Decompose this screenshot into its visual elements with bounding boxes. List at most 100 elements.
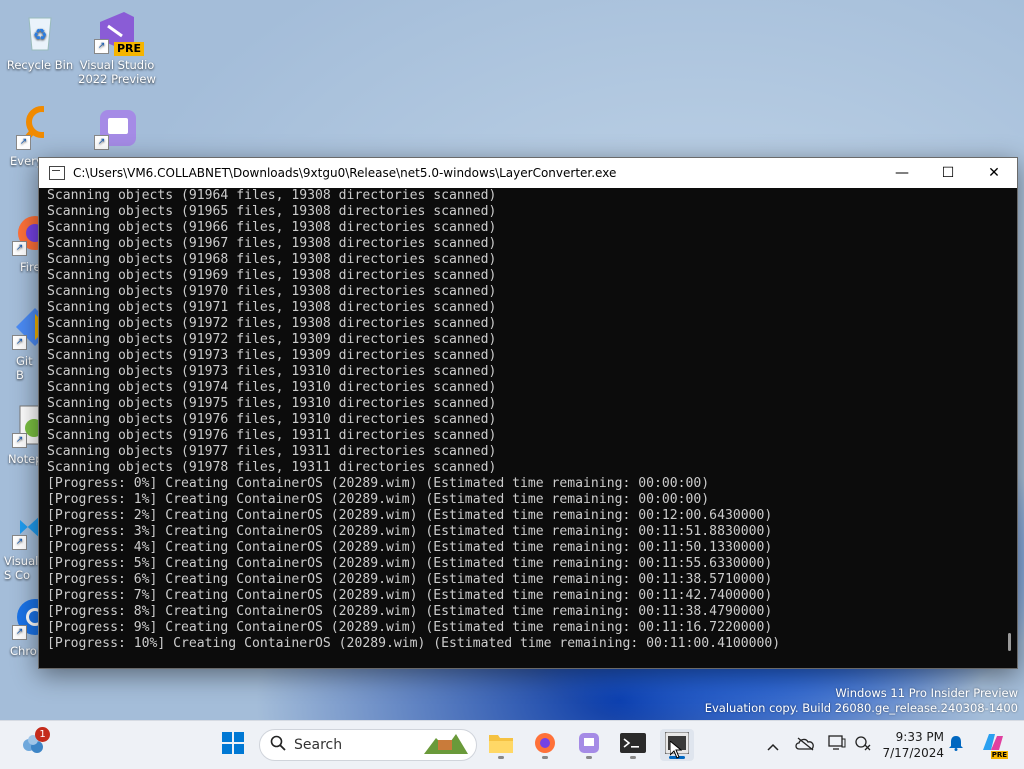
pre-badge: PRE bbox=[113, 42, 144, 56]
desktop-icon-firefox[interactable]: ↗ Fire bbox=[0, 210, 40, 274]
desktop-icon-label: Fire bbox=[20, 260, 40, 274]
desktop-icon-label: Chro bbox=[10, 644, 37, 658]
shortcut-arrow-icon: ↗ bbox=[12, 433, 27, 448]
widgets-button[interactable]: 1 bbox=[16, 727, 50, 761]
copilot-button[interactable]: PRE bbox=[978, 729, 1008, 761]
taskbar-terminal[interactable] bbox=[616, 729, 650, 761]
console-line: [Progress: 8%] Creating ContainerOS (202… bbox=[47, 604, 773, 619]
firefox-icon: ↗ bbox=[12, 210, 40, 256]
desktop-icon-label: Git B bbox=[16, 354, 33, 382]
window-title: C:\Users\VM6.COLLABNET\Downloads\9xtgu0\… bbox=[73, 166, 617, 180]
search-label: Search bbox=[294, 737, 343, 753]
running-indicator bbox=[586, 756, 592, 759]
maximize-button[interactable]: ☐ bbox=[925, 158, 971, 188]
console-app-icon bbox=[49, 166, 65, 180]
show-hidden-icons-button[interactable] bbox=[764, 729, 782, 761]
running-indicator bbox=[630, 756, 636, 759]
console-line: [Progress: 3%] Creating ContainerOS (202… bbox=[47, 524, 773, 539]
console-line: Scanning objects (91977 files, 19311 dir… bbox=[47, 444, 497, 459]
close-button[interactable]: ✕ bbox=[971, 158, 1017, 188]
network-icon bbox=[854, 735, 872, 755]
terminal-icon bbox=[620, 733, 646, 757]
svg-text:♻: ♻ bbox=[33, 25, 47, 44]
watermark-line: Windows 11 Pro Insider Preview bbox=[835, 686, 1018, 700]
console-line: [Progress: 7%] Creating ContainerOS (202… bbox=[47, 588, 773, 603]
notifications-button[interactable] bbox=[946, 729, 966, 761]
console-line: Scanning objects (91972 files, 19308 dir… bbox=[47, 316, 497, 331]
shortcut-arrow-icon: ↗ bbox=[12, 335, 27, 350]
clock-date: 7/17/2024 bbox=[882, 746, 944, 760]
pre-badge: PRE bbox=[990, 751, 1008, 759]
search-icon bbox=[270, 735, 286, 755]
console-line: Scanning objects (91973 files, 19309 dir… bbox=[47, 348, 497, 363]
desktop-icon-visual-studio-preview[interactable]: PRE ↗ Visual Studio 2022 Preview bbox=[77, 8, 157, 86]
console-line: Scanning objects (91971 files, 19308 dir… bbox=[47, 300, 497, 315]
evaluation-watermark: Windows 11 Pro Insider Preview Evaluatio… bbox=[705, 686, 1018, 716]
minimize-button[interactable]: — bbox=[879, 158, 925, 188]
running-indicator bbox=[498, 756, 504, 759]
desktop-icon-label: Visual S Co bbox=[4, 554, 39, 582]
notepad-icon: ↗ bbox=[12, 402, 40, 448]
clock-time: 9:33 PM bbox=[895, 730, 944, 744]
visual-studio-icon: PRE ↗ bbox=[94, 8, 144, 56]
console-line: [Progress: 1%] Creating ContainerOS (202… bbox=[47, 492, 710, 507]
tray-display[interactable] bbox=[826, 729, 848, 761]
console-output[interactable]: Scanning objects (91964 files, 19308 dir… bbox=[39, 188, 999, 668]
console-line: Scanning objects (91967 files, 19308 dir… bbox=[47, 236, 497, 251]
running-indicator bbox=[542, 756, 548, 759]
tray-network[interactable] bbox=[852, 729, 874, 761]
console-line: Scanning objects (91974 files, 19310 dir… bbox=[47, 380, 497, 395]
display-icon bbox=[828, 735, 846, 755]
file-explorer-icon bbox=[488, 732, 514, 758]
console-line: [Progress: 10%] Creating ContainerOS (20… bbox=[47, 636, 781, 651]
shortcut-arrow-icon: ↗ bbox=[94, 39, 109, 54]
vscode-icon: ↗ bbox=[12, 504, 40, 550]
console-line: Scanning objects (91964 files, 19308 dir… bbox=[47, 188, 497, 203]
console-window[interactable]: C:\Users\VM6.COLLABNET\Downloads\9xtgu0\… bbox=[38, 157, 1018, 669]
console-line: Scanning objects (91975 files, 19310 dir… bbox=[47, 396, 497, 411]
console-titlebar[interactable]: C:\Users\VM6.COLLABNET\Downloads\9xtgu0\… bbox=[39, 158, 1017, 188]
console-line: [Progress: 0%] Creating ContainerOS (202… bbox=[47, 476, 710, 491]
shortcut-arrow-icon: ↗ bbox=[12, 241, 27, 256]
desktop-icon-chrome[interactable]: ↗ Chro bbox=[0, 594, 40, 658]
start-icon bbox=[222, 732, 244, 758]
console-line: [Progress: 9%] Creating ContainerOS (202… bbox=[47, 620, 773, 635]
console-line: [Progress: 4%] Creating ContainerOS (202… bbox=[47, 540, 773, 555]
console-line: Scanning objects (91976 files, 19311 dir… bbox=[47, 428, 497, 443]
console-line: Scanning objects (91972 files, 19309 dir… bbox=[47, 332, 497, 347]
taskbar-firefox[interactable] bbox=[528, 729, 562, 761]
app-icon bbox=[578, 732, 600, 758]
desktop-icon-app[interactable]: ↗ bbox=[77, 104, 157, 154]
console-line: Scanning objects (91973 files, 19310 dir… bbox=[47, 364, 497, 379]
shortcut-arrow-icon: ↗ bbox=[94, 135, 109, 150]
desktop-icon-recycle-bin[interactable]: ♻ Recycle Bin bbox=[0, 8, 80, 72]
tray-onedrive[interactable] bbox=[794, 729, 816, 761]
desktop-icon-notepad-plus[interactable]: ↗ Notep bbox=[0, 402, 40, 466]
app-icon: ↗ bbox=[94, 104, 140, 150]
console-line: [Progress: 5%] Creating ContainerOS (202… bbox=[47, 556, 773, 571]
console-line: Scanning objects (91970 files, 19308 dir… bbox=[47, 284, 497, 299]
tray-clock[interactable]: 9:33 PM 7/17/2024 bbox=[880, 728, 944, 762]
console-line: Scanning objects (91965 files, 19308 dir… bbox=[47, 204, 497, 219]
shortcut-arrow-icon: ↗ bbox=[12, 535, 27, 550]
console-line: Scanning objects (91968 files, 19308 dir… bbox=[47, 252, 497, 267]
taskbar-layer-converter[interactable] bbox=[660, 729, 694, 761]
desktop-icon-label: Visual Studio 2022 Preview bbox=[78, 58, 156, 86]
mouse-cursor-icon bbox=[669, 739, 683, 763]
desktop-icon-git-bash[interactable]: ↗ Git B bbox=[0, 304, 40, 382]
shortcut-arrow-icon: ↗ bbox=[16, 135, 31, 150]
console-line: Scanning objects (91978 files, 19311 dir… bbox=[47, 460, 497, 475]
notification-count-badge: 1 bbox=[35, 727, 50, 742]
console-line: Scanning objects (91966 files, 19308 dir… bbox=[47, 220, 497, 235]
taskbar-app[interactable] bbox=[572, 729, 606, 761]
taskbar-file-explorer[interactable] bbox=[484, 729, 518, 761]
chrome-icon: ↗ bbox=[12, 594, 40, 640]
recycle-bin-icon: ♻ bbox=[17, 8, 63, 54]
taskbar-search-box[interactable]: Search bbox=[259, 729, 477, 761]
notification-bell-icon bbox=[949, 735, 963, 755]
console-scrollbar[interactable] bbox=[1000, 188, 1017, 668]
start-button[interactable] bbox=[216, 729, 250, 761]
onedrive-icon bbox=[795, 736, 815, 755]
scrollbar-thumb[interactable] bbox=[1008, 633, 1011, 651]
desktop-icon-visual-studio-code[interactable]: ↗ Visual S Co bbox=[0, 504, 40, 582]
